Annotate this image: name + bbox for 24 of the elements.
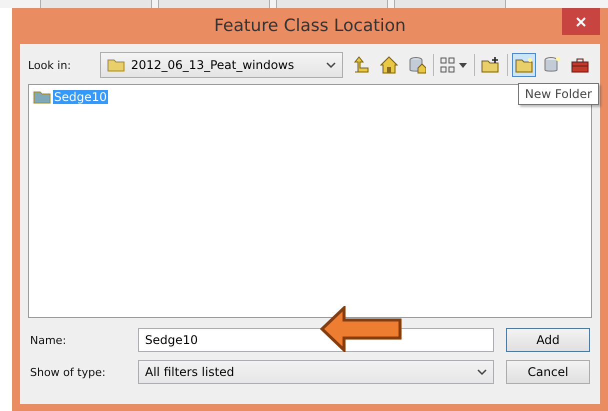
- look-in-label: Look in:: [28, 58, 72, 72]
- database-home-icon: [408, 56, 426, 74]
- tooltip: New Folder: [518, 83, 599, 105]
- name-label: Name:: [30, 334, 68, 346]
- folder-icon: [107, 58, 125, 72]
- folder-icon: [515, 57, 533, 73]
- toolbar-button[interactable]: [512, 53, 536, 77]
- type-dropdown[interactable]: All filters listed: [138, 360, 494, 384]
- window-title: Feature Class Location: [214, 16, 406, 36]
- close-icon: [576, 16, 586, 26]
- home-icon: [380, 56, 398, 74]
- folder-plus-icon: [481, 56, 501, 74]
- dropdown-caret-icon: [477, 368, 487, 376]
- folder-up-icon: [352, 56, 370, 74]
- dropdown-caret-icon: [326, 62, 336, 68]
- folder-icon: [33, 90, 51, 104]
- toolbox-icon: [570, 56, 590, 74]
- database-icon: [543, 56, 561, 74]
- view-grid-icon: [440, 57, 468, 73]
- type-label: Show of type:: [30, 366, 107, 378]
- look-in-dropdown[interactable]: 2012_06_13_Peat_windows: [100, 52, 343, 78]
- close-button[interactable]: [562, 8, 600, 35]
- add-button[interactable]: Add: [506, 328, 590, 352]
- cancel-button[interactable]: Cancel: [506, 360, 590, 384]
